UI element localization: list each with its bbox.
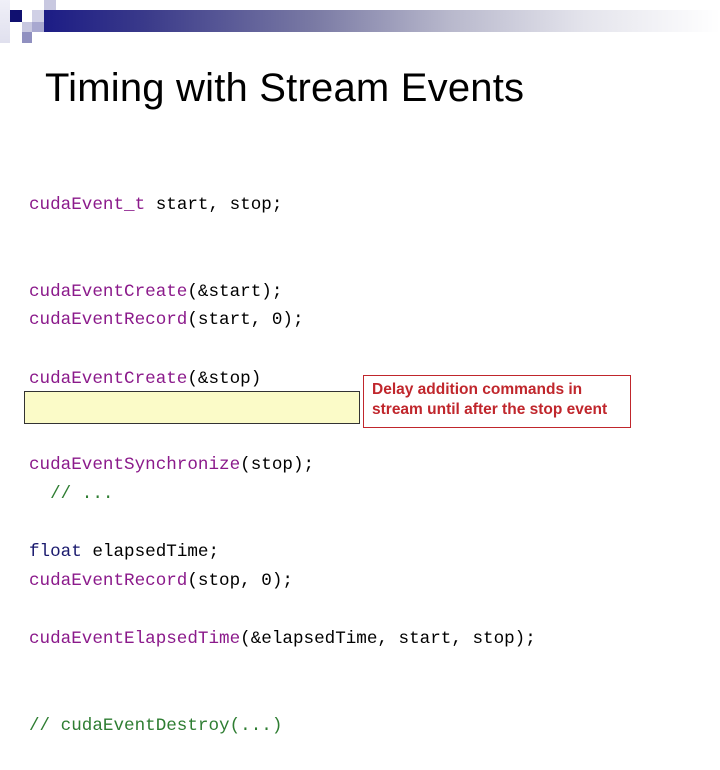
code-block-elapsed: cudaEventSynchronize(stop); float elapse… <box>29 393 536 770</box>
slide-title: Timing with Stream Events <box>45 66 525 110</box>
code-function: cudaEventRecord <box>29 310 188 330</box>
decor-square-faded <box>0 0 10 43</box>
code-line: float elapsedTime; <box>29 538 536 567</box>
code-line: // cudaEventDestroy(...) <box>29 712 536 741</box>
code-function: cudaEventSynchronize <box>29 455 241 475</box>
code-text: (start, 0); <box>187 310 304 330</box>
code-text: start, stop; <box>145 195 283 215</box>
decor-square-mid <box>44 0 56 10</box>
decor-square-navy <box>10 10 22 22</box>
code-keyword: float <box>29 542 82 562</box>
code-function: cudaEvent_t <box>29 195 146 215</box>
code-line: cudaEventElapsedTime(&elapsedTime, start… <box>29 625 536 654</box>
decor-square-mid <box>32 22 44 32</box>
code-line: cudaEvent_t start, stop; <box>29 191 282 220</box>
decor-square-light <box>32 10 44 22</box>
decor-square-light <box>22 22 32 32</box>
header-gradient-bar <box>44 10 720 32</box>
code-line: cudaEventSynchronize(stop); <box>29 451 536 480</box>
code-function: cudaEventElapsedTime <box>29 629 241 649</box>
code-text: (stop); <box>240 455 315 475</box>
code-line: cudaEventRecord(start, 0); <box>29 306 314 335</box>
decor-square-mid <box>22 32 32 43</box>
code-text: (&elapsedTime, start, stop); <box>240 629 536 649</box>
code-comment: // cudaEventDestroy(...) <box>29 716 283 736</box>
code-text: elapsedTime; <box>81 542 220 562</box>
